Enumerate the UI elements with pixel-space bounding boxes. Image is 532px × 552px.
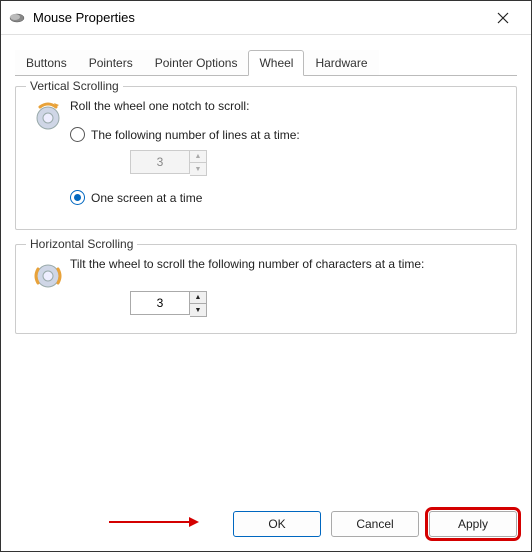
chars-spinner[interactable]: ▲ ▼ bbox=[130, 291, 506, 317]
radio-screen-label: One screen at a time bbox=[91, 191, 202, 205]
dialog-footer: OK Cancel Apply bbox=[1, 501, 531, 551]
lines-spinner-buttons: ▲ ▼ bbox=[190, 150, 207, 176]
ok-button[interactable]: OK bbox=[233, 511, 321, 537]
titlebar: Mouse Properties bbox=[1, 1, 531, 35]
window-title: Mouse Properties bbox=[33, 10, 483, 25]
annotation-arrow bbox=[109, 517, 199, 527]
horizontal-scrolling-group: Horizontal Scrolling Tilt the wheel to s… bbox=[15, 244, 517, 334]
tab-content: Vertical Scrolling Roll the wheel one no… bbox=[1, 76, 531, 501]
chars-spinner-input[interactable] bbox=[130, 291, 190, 315]
tab-strip: Buttons Pointers Pointer Options Wheel H… bbox=[1, 35, 531, 75]
radio-lines-label: The following number of lines at a time: bbox=[91, 128, 300, 142]
mouse-properties-dialog: Mouse Properties Buttons Pointers Pointe… bbox=[0, 0, 532, 552]
mouse-icon bbox=[9, 10, 25, 26]
tab-pointers[interactable]: Pointers bbox=[78, 50, 144, 76]
wheel-vertical-icon bbox=[26, 99, 70, 133]
radio-lines-option[interactable]: The following number of lines at a time: bbox=[70, 127, 506, 142]
vertical-scrolling-group: Vertical Scrolling Roll the wheel one no… bbox=[15, 86, 517, 230]
tab-hardware[interactable]: Hardware bbox=[304, 50, 378, 76]
wheel-horizontal-icon bbox=[26, 257, 70, 291]
tab-buttons[interactable]: Buttons bbox=[15, 50, 78, 76]
lines-spinner-input bbox=[130, 150, 190, 174]
radio-screen-circle bbox=[70, 190, 85, 205]
vertical-group-title: Vertical Scrolling bbox=[26, 79, 123, 93]
lines-spinner-down: ▼ bbox=[190, 163, 206, 175]
horizontal-instruction: Tilt the wheel to scroll the following n… bbox=[70, 257, 506, 271]
tab-pointer-options[interactable]: Pointer Options bbox=[144, 50, 249, 76]
chars-spinner-buttons: ▲ ▼ bbox=[190, 291, 207, 317]
chars-spinner-up[interactable]: ▲ bbox=[190, 292, 206, 304]
horizontal-group-title: Horizontal Scrolling bbox=[26, 237, 137, 251]
radio-screen-option[interactable]: One screen at a time bbox=[70, 190, 506, 205]
chars-spinner-down[interactable]: ▼ bbox=[190, 304, 206, 316]
close-button[interactable] bbox=[483, 3, 523, 33]
radio-lines-circle bbox=[70, 127, 85, 142]
lines-spinner-up: ▲ bbox=[190, 151, 206, 163]
cancel-button[interactable]: Cancel bbox=[331, 511, 419, 537]
tab-wheel[interactable]: Wheel bbox=[248, 50, 304, 76]
apply-button[interactable]: Apply bbox=[429, 511, 517, 537]
vertical-instruction: Roll the wheel one notch to scroll: bbox=[70, 99, 506, 113]
lines-spinner: ▲ ▼ bbox=[130, 150, 506, 176]
